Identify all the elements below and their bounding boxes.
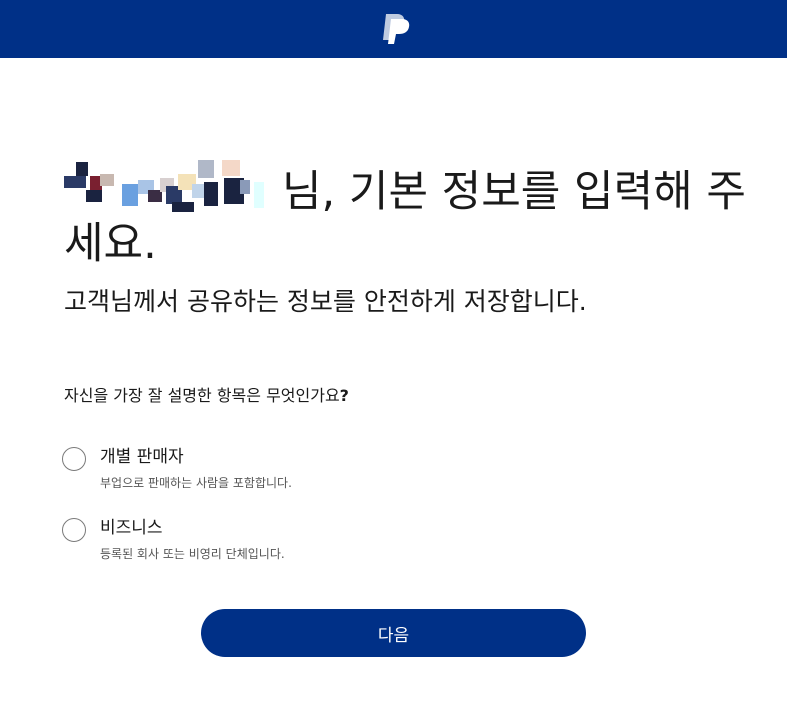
individual-seller-description: 부업으로 판매하는 사람을 포함합니다. — [100, 476, 292, 490]
individual-seller-radio[interactable] — [62, 447, 86, 471]
individual-seller-label[interactable]: 개별 판매자 — [100, 445, 184, 469]
next-button[interactable]: 다음 — [201, 609, 586, 657]
question-mark: ? — [339, 386, 349, 405]
top-bar — [0, 0, 787, 58]
business-description: 등록된 회사 또는 비영리 단체입니다. — [100, 547, 285, 561]
page-subtitle: 고객님께서 공유하는 정보를 안전하게 저장합니다. — [64, 287, 587, 316]
business-radio[interactable] — [62, 518, 86, 542]
paypal-logo-icon — [383, 14, 410, 44]
page-title: 님, 기본 정보를 입력해 주세요. — [64, 160, 764, 270]
account-type-question: 자신을 가장 잘 설명한 항목은 무엇인가요? — [64, 385, 349, 407]
business-label[interactable]: 비즈니스 — [100, 516, 163, 540]
redacted-user-name — [64, 160, 270, 212]
question-text: 자신을 가장 잘 설명한 항목은 무엇인가요 — [64, 386, 340, 405]
